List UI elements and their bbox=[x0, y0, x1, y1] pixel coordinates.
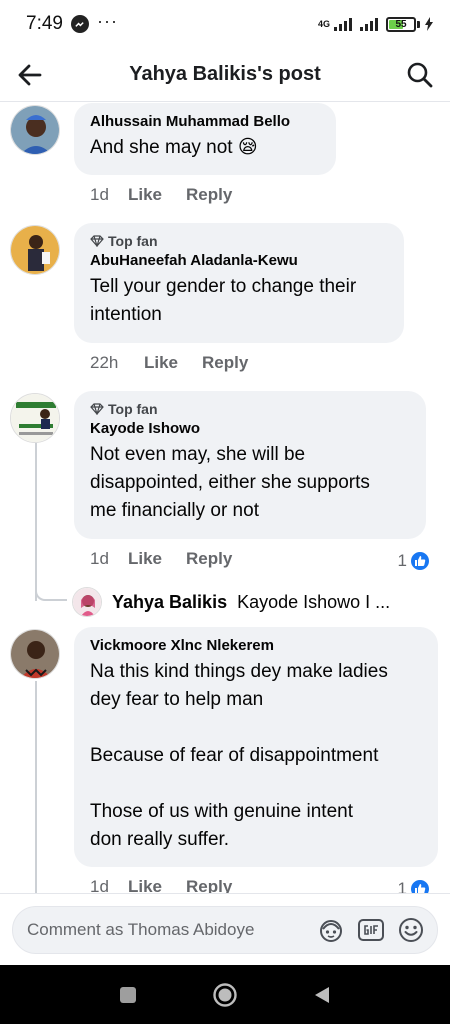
thread-connector bbox=[35, 587, 67, 601]
messenger-icon bbox=[70, 15, 89, 33]
reply-button[interactable]: Reply bbox=[186, 185, 232, 205]
reply-snippet: Kayode Ishowo I ... bbox=[237, 591, 391, 612]
home-button[interactable] bbox=[205, 975, 245, 1015]
thread-line bbox=[35, 443, 37, 601]
back-button[interactable] bbox=[0, 48, 60, 102]
diamond-icon bbox=[90, 235, 104, 247]
comment-actions: 22h Like Reply bbox=[90, 353, 272, 373]
avatar[interactable] bbox=[10, 393, 60, 443]
search-button[interactable] bbox=[390, 48, 450, 102]
top-fan-badge: Top fan bbox=[90, 233, 388, 249]
comment-author[interactable]: Vickmoore Xlnc Nlekerem bbox=[90, 637, 422, 654]
like-button[interactable]: Like bbox=[128, 549, 162, 569]
comment-text: Not even may, she will be disappointed, … bbox=[90, 444, 370, 521]
reply-button[interactable]: Reply bbox=[186, 877, 232, 893]
comment-text: And she may not 😪 bbox=[90, 137, 258, 158]
comment-bubble[interactable]: Top fan AbuHaneefah Aladanla-Kewu Tell y… bbox=[74, 223, 404, 343]
status-time: 7:49 bbox=[26, 13, 63, 34]
battery-indicator: 55 bbox=[386, 16, 416, 32]
comment-composer bbox=[0, 893, 450, 965]
comments-list[interactable]: Alhussain Muhammad Bello And she may not… bbox=[0, 103, 450, 893]
avatar-sticker-icon bbox=[320, 920, 342, 942]
search-icon bbox=[407, 62, 433, 87]
comment-input[interactable] bbox=[27, 920, 311, 940]
comment-time: 1d bbox=[90, 877, 109, 893]
back-nav-button[interactable] bbox=[302, 975, 342, 1015]
comment-author[interactable]: Kayode Ishowo bbox=[90, 420, 410, 437]
emoji-icon bbox=[399, 918, 423, 942]
reply-preview[interactable]: Yahya Balikis Kayode Ishowo I ... bbox=[72, 587, 390, 617]
like-button[interactable]: Like bbox=[128, 877, 162, 893]
comment-time: 22h bbox=[90, 353, 119, 372]
more-notifications-icon: ··· bbox=[96, 10, 118, 31]
network-type: 4G bbox=[317, 18, 330, 29]
gif-button[interactable] bbox=[351, 910, 391, 950]
reply-button[interactable]: Reply bbox=[202, 353, 248, 373]
recents-button[interactable] bbox=[108, 975, 148, 1015]
like-button[interactable]: Like bbox=[128, 185, 162, 205]
signal-icon-2 bbox=[360, 18, 378, 31]
signal-icon bbox=[334, 18, 352, 31]
avatar[interactable] bbox=[10, 629, 60, 679]
back-arrow-icon bbox=[18, 64, 42, 85]
reaction-count[interactable]: 1 bbox=[398, 879, 430, 893]
gif-icon bbox=[358, 919, 384, 941]
avatar[interactable] bbox=[10, 225, 60, 275]
comment-actions: 1d Like Reply bbox=[90, 877, 256, 893]
comment-time: 1d bbox=[90, 185, 109, 204]
comment-bubble[interactable]: Vickmoore Xlnc Nlekerem Na this kind thi… bbox=[74, 627, 438, 867]
like-thumb-icon bbox=[410, 879, 430, 893]
comment-text: Tell your gender to change their intenti… bbox=[90, 276, 357, 325]
comment-box[interactable] bbox=[12, 906, 438, 954]
charging-icon bbox=[425, 17, 433, 31]
avatar[interactable] bbox=[10, 105, 60, 155]
comment-time: 1d bbox=[90, 549, 109, 568]
top-fan-badge: Top fan bbox=[90, 401, 410, 417]
like-button[interactable]: Like bbox=[144, 353, 178, 373]
reply-author: Yahya Balikis bbox=[112, 591, 228, 612]
square-icon bbox=[120, 986, 137, 1003]
reply-button[interactable]: Reply bbox=[186, 549, 232, 569]
thread-line bbox=[35, 681, 37, 893]
triangle-back-icon bbox=[314, 986, 329, 1003]
post-header: Yahya Balikis's post bbox=[0, 48, 450, 102]
page-title: Yahya Balikis's post bbox=[129, 63, 321, 85]
diamond-icon bbox=[90, 403, 104, 415]
comment-bubble[interactable]: Alhussain Muhammad Bello And she may not… bbox=[74, 103, 336, 175]
comment-text: Na this kind things dey make ladies dey … bbox=[90, 661, 388, 850]
circle-icon bbox=[213, 982, 237, 1007]
avatar bbox=[72, 587, 102, 617]
comment-bubble[interactable]: Top fan Kayode Ishowo Not even may, she … bbox=[74, 391, 426, 539]
system-nav-bar bbox=[0, 965, 450, 1024]
emoji-button[interactable] bbox=[391, 910, 431, 950]
status-bar: 7:49 ··· 4G 55 bbox=[0, 0, 450, 48]
comment-actions: 1d Like Reply bbox=[90, 185, 256, 205]
comment-author[interactable]: Alhussain Muhammad Bello bbox=[90, 113, 320, 130]
reaction-count[interactable]: 1 bbox=[398, 551, 430, 571]
like-thumb-icon bbox=[410, 551, 430, 571]
comment-actions: 1d Like Reply bbox=[90, 549, 256, 569]
comment-author[interactable]: AbuHaneefah Aladanla-Kewu bbox=[90, 252, 388, 269]
avatar-sticker-button[interactable] bbox=[311, 910, 351, 950]
